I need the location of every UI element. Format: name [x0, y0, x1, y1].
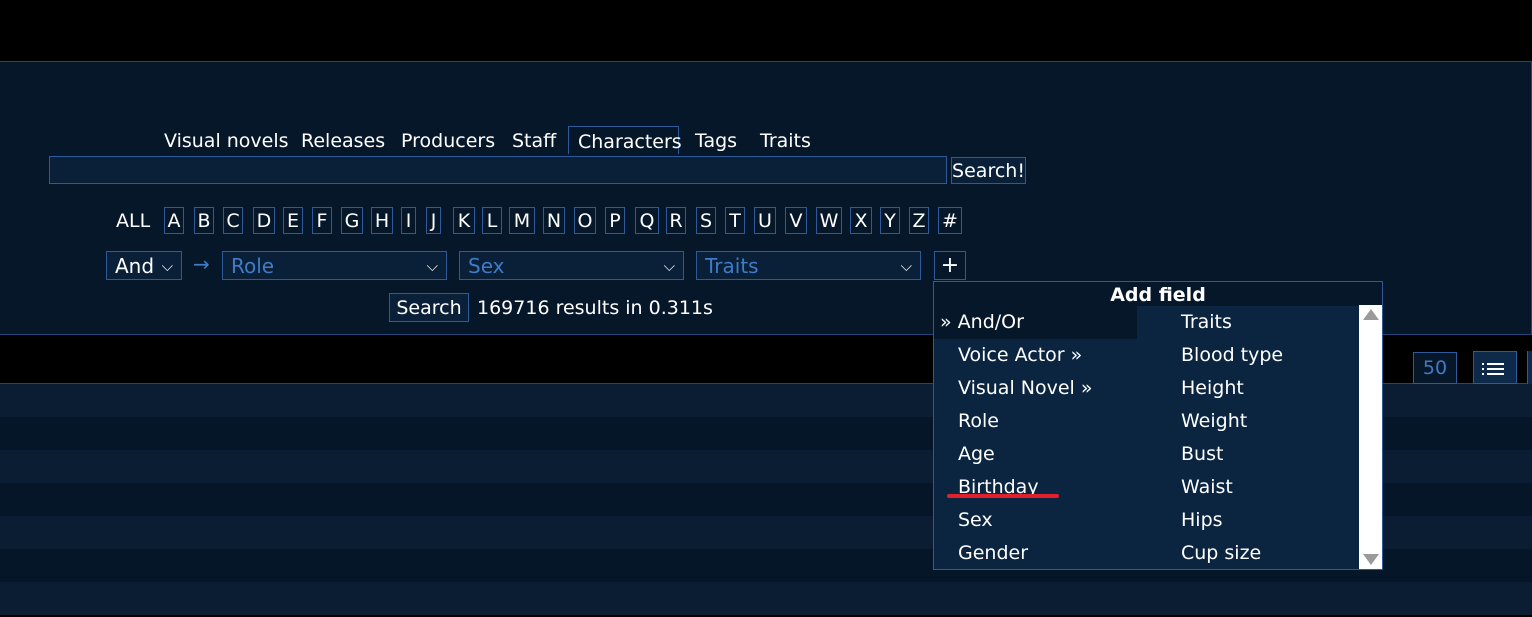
add-field-traits[interactable]: Traits: [1181, 306, 1232, 339]
add-field-visual-novel[interactable]: Visual Novel »: [958, 372, 1092, 405]
chevron-down-icon: ⌵: [900, 257, 912, 275]
add-field-waist[interactable]: Waist: [1181, 471, 1233, 504]
tab-releases[interactable]: Releases: [301, 126, 385, 154]
alpha-letter[interactable]: J: [426, 207, 441, 234]
alpha-letter[interactable]: L: [482, 207, 502, 234]
scroll-up-icon[interactable]: [1363, 309, 1379, 320]
add-field-blood-type[interactable]: Blood type: [1181, 339, 1283, 372]
tab-tags[interactable]: Tags: [695, 126, 737, 154]
add-field-cup-size[interactable]: Cup size: [1181, 537, 1261, 569]
add-field-hips[interactable]: Hips: [1181, 504, 1223, 537]
alpha-letter[interactable]: X: [850, 207, 872, 234]
tab-producers[interactable]: Producers: [401, 126, 495, 154]
add-field-birthday[interactable]: Birthday: [958, 471, 1039, 504]
alpha-letter[interactable]: Q: [635, 207, 659, 234]
tab-traits[interactable]: Traits: [760, 126, 811, 154]
top-bar: [0, 0, 1532, 62]
add-field-role[interactable]: Role: [958, 405, 999, 438]
highlight-underline: [947, 494, 1059, 498]
role-filter-label: Role: [231, 254, 275, 278]
search-submit-button[interactable]: Search!: [951, 157, 1026, 184]
dropdown-scrollbar[interactable]: [1359, 305, 1382, 569]
alpha-letter[interactable]: G: [341, 207, 363, 234]
alpha-letter[interactable]: M: [509, 207, 535, 234]
per-page-button[interactable]: 50: [1413, 352, 1457, 384]
alpha-letter[interactable]: S: [696, 207, 716, 234]
alpha-letter[interactable]: R: [666, 207, 686, 234]
list-view-button[interactable]: [1473, 351, 1517, 384]
scroll-down-icon[interactable]: [1363, 554, 1379, 565]
logic-select[interactable]: And ⌵: [106, 251, 182, 280]
traits-filter-select[interactable]: Traits ⌵: [696, 251, 921, 280]
alpha-letter[interactable]: C: [223, 207, 243, 234]
tab-visual-novels[interactable]: Visual novels: [164, 126, 289, 154]
add-field-dropdown: Add field » And/Or Voice Actor » Visual …: [933, 281, 1383, 570]
role-filter-select[interactable]: Role ⌵: [222, 251, 447, 280]
filter-search-button[interactable]: Search: [389, 293, 469, 322]
alpha-letter[interactable]: V: [785, 207, 807, 234]
add-field-title: Add field: [934, 282, 1382, 306]
alpha-letter[interactable]: N: [543, 207, 565, 234]
add-field-sex[interactable]: Sex: [958, 504, 993, 537]
alpha-letter[interactable]: D: [253, 207, 275, 234]
alpha-letter[interactable]: #: [938, 207, 962, 234]
logic-select-value: And: [115, 254, 155, 278]
sex-filter-label: Sex: [468, 254, 505, 278]
add-field-height[interactable]: Height: [1181, 372, 1244, 405]
alpha-letter[interactable]: O: [574, 207, 596, 234]
alpha-letter[interactable]: T: [725, 207, 745, 234]
alpha-letter[interactable]: H: [371, 207, 393, 234]
alpha-letter[interactable]: A: [164, 207, 184, 234]
arrow-right-icon: →: [193, 252, 210, 276]
add-field-age[interactable]: Age: [958, 438, 995, 471]
alpha-letter[interactable]: I: [401, 207, 416, 234]
add-field-voice-actor[interactable]: Voice Actor »: [958, 339, 1082, 372]
add-field-weight[interactable]: Weight: [1181, 405, 1247, 438]
tab-characters[interactable]: Characters: [568, 126, 682, 154]
traits-filter-label: Traits: [705, 254, 759, 278]
tab-staff[interactable]: Staff: [512, 126, 556, 154]
alpha-letter[interactable]: B: [194, 207, 214, 234]
add-field-bust[interactable]: Bust: [1181, 438, 1223, 471]
alpha-letter[interactable]: E: [283, 207, 303, 234]
sex-filter-select[interactable]: Sex ⌵: [459, 251, 684, 280]
alpha-letter[interactable]: U: [754, 207, 776, 234]
alpha-letter[interactable]: K: [453, 207, 475, 234]
alpha-letter[interactable]: Y: [880, 207, 900, 234]
alpha-letter[interactable]: W: [816, 207, 842, 234]
chevron-down-icon: ⌵: [663, 257, 675, 275]
add-field-and-or[interactable]: » And/Or: [934, 306, 1137, 339]
results-summary: 169716 results in 0.311s: [477, 297, 713, 319]
table-row[interactable]: [0, 582, 1532, 615]
alpha-letter[interactable]: P: [605, 207, 625, 234]
card-view-button[interactable]: [1527, 351, 1532, 384]
add-field-button[interactable]: +: [934, 251, 966, 280]
chevron-down-icon: ⌵: [161, 257, 173, 275]
chevron-down-icon: ⌵: [426, 257, 438, 275]
alpha-letter[interactable]: Z: [909, 207, 929, 234]
add-field-gender[interactable]: Gender: [958, 537, 1028, 569]
alpha-letter[interactable]: F: [312, 207, 332, 234]
alpha-all[interactable]: ALL: [116, 207, 150, 235]
search-input[interactable]: [49, 156, 947, 184]
